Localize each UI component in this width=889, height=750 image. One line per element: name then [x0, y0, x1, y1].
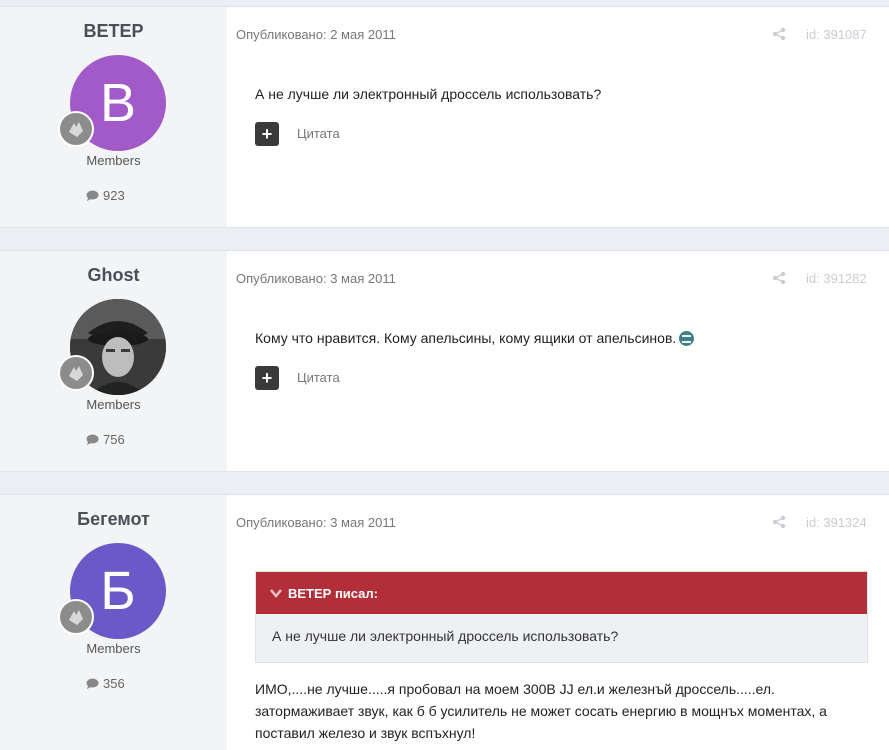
published-date[interactable]: Опубликовано: 2 мая 2011	[236, 27, 396, 42]
post-content: Кому что нравится. Кому апельсины, кому …	[255, 330, 695, 346]
quote-header[interactable]: ВЕТЕР писал:	[256, 572, 867, 614]
post-content-line: ИМО,....не лучше.....я пробовал на моем …	[255, 681, 775, 697]
multiquote-button[interactable]: +	[255, 366, 279, 390]
author-panel: Ghost Members 756	[0, 251, 227, 471]
share-icon[interactable]	[772, 515, 786, 529]
quote-text: А не лучше ли электронный дроссель испол…	[272, 628, 619, 644]
post-id[interactable]: id: 391324	[806, 515, 867, 530]
post-content-line: затормаживает звук, как б б усилитель не…	[255, 703, 827, 719]
multiquote-button[interactable]: +	[255, 122, 279, 146]
post-count-value: 923	[103, 188, 125, 203]
quote-button[interactable]: Цитата	[297, 370, 340, 385]
post-count: 756	[86, 432, 125, 447]
quote-block: ВЕТЕР писал: А не лучше ли электронный д…	[255, 571, 868, 663]
post-count-value: 756	[103, 432, 125, 447]
post-content-text: Кому что нравится. Кому апельсины, кому …	[255, 330, 677, 346]
post-id[interactable]: id: 391282	[806, 271, 867, 286]
comment-icon	[86, 678, 99, 689]
post-count: 923	[86, 188, 125, 203]
author-panel: ВЕТЕР B Members 923	[0, 7, 227, 227]
author-name[interactable]: ВЕТЕР	[0, 21, 227, 42]
member-group: Members	[86, 153, 141, 168]
quote-author: ВЕТЕР писал:	[288, 585, 379, 601]
post-content: А не лучше ли электронный дроссель испол…	[255, 86, 602, 102]
published-date[interactable]: Опубликовано: 3 мая 2011	[236, 271, 396, 286]
post-count: 356	[86, 676, 125, 691]
comment-icon	[86, 190, 99, 201]
share-icon[interactable]	[772, 271, 786, 285]
rank-badge-icon	[58, 599, 94, 635]
cool-emoji-icon	[679, 331, 695, 346]
post-count-value: 356	[103, 676, 125, 691]
post-content: ИМО,....не лучше.....я пробовал на моем …	[255, 678, 855, 744]
rank-badge-icon	[58, 111, 94, 147]
published-date[interactable]: Опубликовано: 3 мая 2011	[236, 515, 396, 530]
rank-badge-icon	[58, 355, 94, 391]
post-content-line: поставил железо и звук вспъхнул!	[255, 725, 476, 741]
quote-button[interactable]: Цитата	[297, 126, 340, 141]
share-icon[interactable]	[772, 27, 786, 41]
author-name[interactable]: Бегемот	[0, 509, 227, 530]
author-name[interactable]: Ghost	[0, 265, 227, 286]
comment-icon	[86, 434, 99, 445]
post: Бегемот Б Members 356 Опубликовано: 3 ма…	[0, 494, 889, 750]
member-group: Members	[86, 397, 141, 412]
post: Ghost Members 756 Опубликовано: 3 мая 20…	[0, 250, 889, 472]
post: ВЕТЕР B Members 923 Опубликовано: 2 мая …	[0, 6, 889, 228]
author-panel: Бегемот Б Members 356	[0, 495, 227, 750]
chevron-down-icon[interactable]	[270, 588, 282, 598]
post-id[interactable]: id: 391087	[806, 27, 867, 42]
member-group: Members	[86, 641, 141, 656]
